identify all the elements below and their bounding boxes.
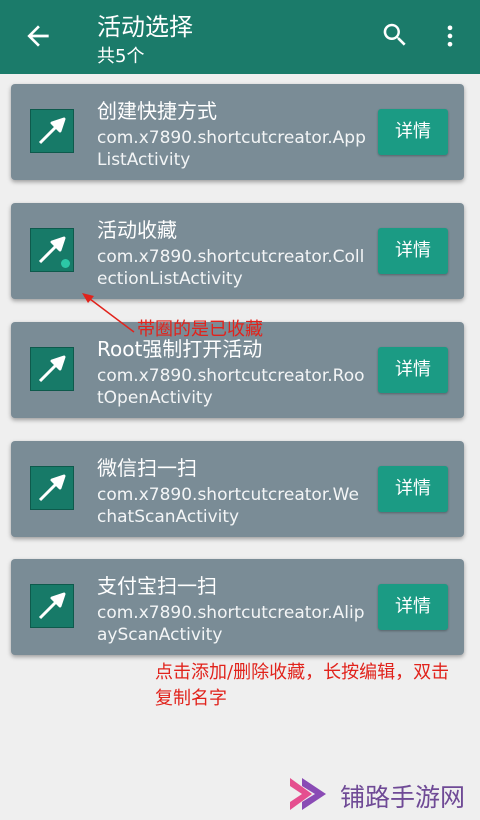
- activity-name: 支付宝扫一扫: [97, 574, 217, 598]
- detail-button[interactable]: 详情: [378, 228, 448, 274]
- activity-card[interactable]: 创建快捷方式 com.x7890.shortcutcreator.AppList…: [11, 84, 464, 180]
- activity-package: com.x7890.shortcutcreator.RootOpenActivi…: [97, 366, 365, 408]
- usage-annotation: 点击添加/删除收藏，长按编辑，双击复制名字: [155, 662, 450, 709]
- app-bar: 活动选择 共5个: [0, 0, 480, 74]
- activity-package: com.x7890.shortcutcreator.AppListActivit…: [97, 128, 366, 170]
- activity-package: com.x7890.shortcutcreator.AlipayScanActi…: [97, 603, 365, 645]
- watermark-logo-icon: [290, 778, 326, 810]
- annotation-arrow: [82, 293, 135, 333]
- activity-name: 微信扫一扫: [97, 456, 197, 480]
- activity-card[interactable]: 支付宝扫一扫 com.x7890.shortcutcreator.AlipayS…: [11, 559, 464, 655]
- search-icon[interactable]: [380, 20, 410, 50]
- activity-package: com.x7890.shortcutcreator.WechatScanActi…: [97, 485, 359, 527]
- detail-button[interactable]: 详情: [378, 466, 448, 512]
- activity-card[interactable]: 微信扫一扫 com.x7890.shortcutcreator.WechatSc…: [11, 441, 464, 537]
- detail-button[interactable]: 详情: [378, 347, 448, 393]
- detail-button[interactable]: 详情: [378, 109, 448, 155]
- shortcut-arrow-icon: [30, 228, 74, 272]
- favorite-dot-icon: [61, 259, 70, 268]
- activity-name: 创建快捷方式: [97, 99, 217, 123]
- page-title: 活动选择: [97, 13, 193, 41]
- shortcut-arrow-icon: [30, 584, 74, 628]
- activity-package: com.x7890.shortcutcreator.CollectionList…: [97, 247, 365, 289]
- shortcut-arrow-icon: [30, 466, 74, 510]
- shortcut-arrow-icon: [30, 109, 74, 153]
- more-vert-icon[interactable]: [436, 22, 464, 50]
- watermark-text: 铺路手游网: [340, 783, 466, 812]
- watermark: 铺路手游网: [282, 768, 477, 820]
- activity-card[interactable]: 活动收藏 com.x7890.shortcutcreator.Collectio…: [11, 203, 464, 299]
- shortcut-arrow-icon: [30, 347, 74, 391]
- arrow-left-icon[interactable]: [22, 20, 54, 52]
- item-count: 共5个: [97, 46, 145, 67]
- activity-name: 活动收藏: [97, 218, 177, 242]
- detail-button[interactable]: 详情: [378, 584, 448, 630]
- favorite-annotation: 带圈的是已收藏: [137, 319, 263, 340]
